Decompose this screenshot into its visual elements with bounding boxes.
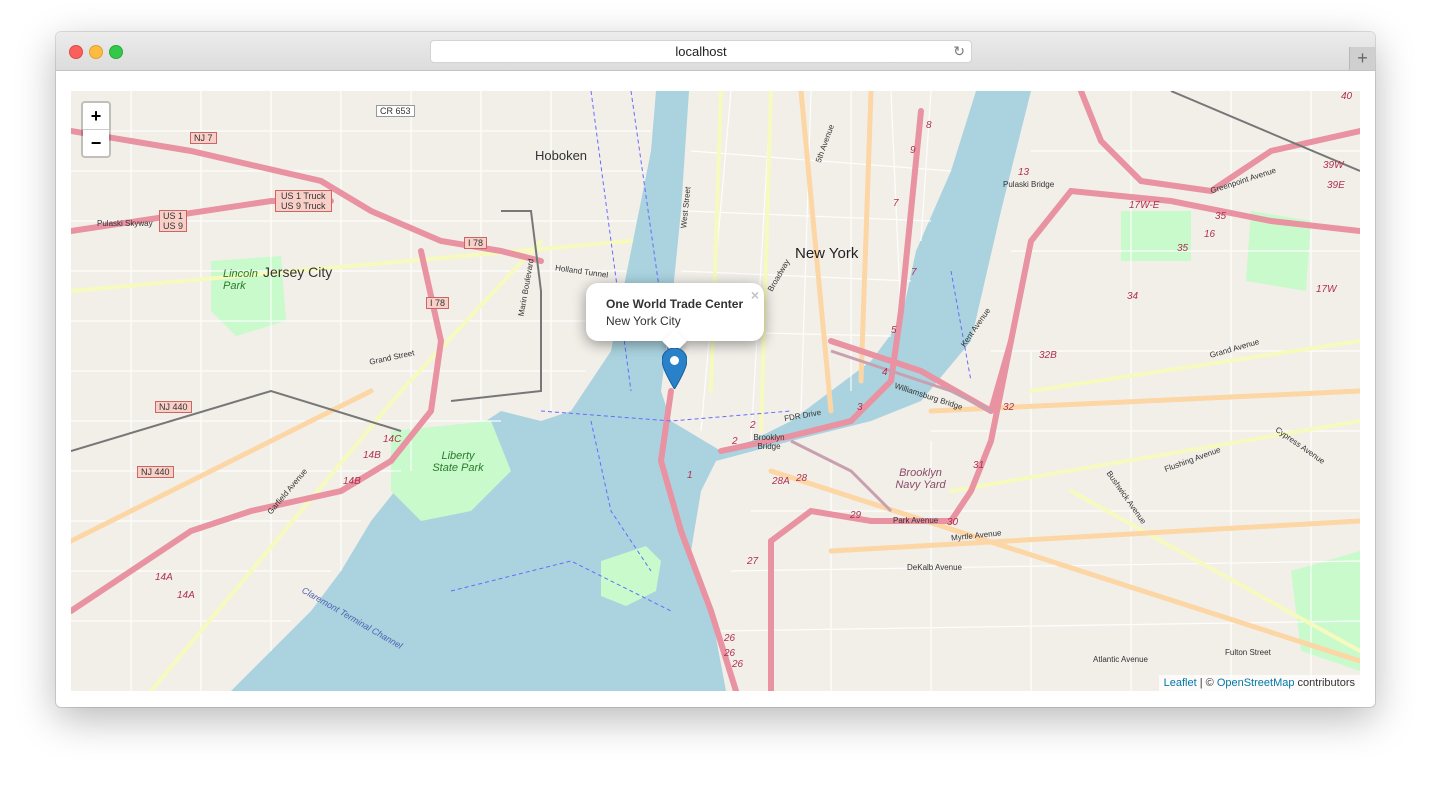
exit-number: 17W-E: [1129, 200, 1160, 211]
exit-number: 30: [947, 517, 959, 528]
shield-nj440-b: NJ 440: [137, 466, 174, 478]
marker-dot: [670, 356, 679, 365]
label-jersey-city: Jersey City: [263, 264, 333, 280]
browser-window: localhost ↻ + Hoboken New York Jersey Ci…: [56, 32, 1375, 707]
map-view[interactable]: Hoboken New York Jersey City Lincoln Par…: [71, 91, 1360, 691]
exit-number: 14B: [363, 450, 381, 461]
minimize-window-button[interactable]: [89, 45, 103, 59]
exit-number: 26: [724, 633, 736, 644]
shield-us9-truck: US 9 Truck: [281, 201, 326, 211]
exit-number: 17W: [1316, 284, 1337, 295]
label-brooklyn-bridge: Brooklyn Bridge: [753, 433, 785, 451]
url-text: localhost: [675, 44, 727, 59]
exit-number: 34: [1127, 291, 1139, 302]
zoom-out-button[interactable]: −: [83, 130, 109, 156]
label-atlantic-avenue: Atlantic Avenue: [1093, 655, 1149, 664]
popup-close-button[interactable]: ×: [751, 287, 759, 303]
title-bar: localhost ↻ +: [56, 32, 1375, 71]
exit-number: 39E: [1327, 180, 1345, 191]
exit-number: 1: [687, 470, 693, 481]
exit-number: 35: [1177, 243, 1189, 254]
label-new-york: New York: [795, 245, 859, 262]
popup-title: One World Trade Center: [606, 297, 744, 311]
exit-number: 39W: [1323, 160, 1344, 171]
label-fulton-street: Fulton Street: [1225, 648, 1271, 657]
shield-us1-truck: US 1 Truck: [281, 191, 326, 201]
label-park-avenue: Park Avenue: [893, 516, 939, 525]
label-lincoln-park: Lincoln Park: [223, 268, 258, 292]
map-marker-icon[interactable]: [662, 348, 687, 389]
shield-nj440-a: NJ 440: [155, 401, 192, 413]
plus-icon[interactable]: +: [1349, 47, 1375, 70]
exit-number: 32B: [1039, 350, 1057, 361]
zoom-in-button[interactable]: +: [83, 103, 109, 130]
exit-number: 7: [911, 267, 917, 278]
openstreetmap-link[interactable]: OpenStreetMap: [1217, 677, 1295, 689]
exit-number: 9: [910, 145, 916, 156]
label-pulaski-skyway: Pulaski Skyway: [97, 219, 153, 228]
exit-number: 32: [1003, 402, 1015, 413]
shield-us1-us9-truck: US 1 Truck US 9 Truck: [275, 190, 332, 212]
shield-cr653: CR 653: [376, 105, 415, 117]
exit-number: 2: [750, 420, 756, 431]
exit-number: 16: [1204, 229, 1216, 240]
exit-number: 14C: [383, 434, 402, 445]
label-hoboken: Hoboken: [535, 148, 588, 163]
map-tiles: [71, 91, 1360, 691]
address-bar[interactable]: localhost ↻: [430, 40, 972, 63]
shield-us1-us9: US 1 US 9: [159, 210, 188, 232]
leaflet-link[interactable]: Leaflet: [1164, 677, 1197, 689]
exit-number: 3: [857, 402, 863, 413]
label-liberty-state-park: Liberty State Park: [432, 450, 484, 474]
exit-number: 14A: [155, 572, 173, 583]
shield-us9: US 9: [163, 221, 184, 231]
close-window-button[interactable]: [69, 45, 83, 59]
exit-number: 28: [796, 473, 808, 484]
zoom-control: + −: [81, 101, 111, 158]
shield-us1: US 1: [163, 211, 184, 221]
maximize-window-button[interactable]: [109, 45, 123, 59]
exit-number: 40: [1341, 91, 1353, 102]
attribution-separator: | ©: [1196, 677, 1217, 689]
land-governors-island: [601, 546, 661, 606]
reload-icon[interactable]: ↻: [953, 41, 965, 62]
shield-i78-b: I 78: [426, 297, 450, 309]
label-pulaski-bridge: Pulaski Bridge: [1003, 180, 1055, 189]
label-dekalb-avenue: DeKalb Avenue: [907, 563, 963, 572]
marker-body: [662, 348, 687, 389]
label-brooklyn-navy-yard: Brooklyn Navy Yard: [895, 467, 946, 491]
exit-number: 27: [747, 556, 759, 567]
exit-number: 8: [926, 120, 932, 131]
exit-number: 35: [1215, 211, 1227, 222]
exit-number: 13: [1018, 167, 1030, 178]
popup-content: One World Trade Center New York City: [606, 296, 743, 330]
exit-number: 4: [882, 367, 888, 378]
exit-number: 7: [893, 198, 899, 209]
exit-number: 28A: [772, 476, 790, 487]
attribution-contributors: contributors: [1294, 677, 1355, 689]
exit-number: 31: [973, 460, 985, 471]
exit-number: 14B: [343, 476, 361, 487]
exit-number: 26: [724, 648, 736, 659]
marker-popup: × One World Trade Center New York City: [586, 283, 764, 354]
popup-subtitle: New York City: [606, 314, 681, 328]
exit-number: 26: [732, 659, 744, 670]
exit-number: 29: [850, 510, 862, 521]
map-attribution: Leaflet | © OpenStreetMap contributors: [1158, 675, 1360, 691]
exit-number: 2: [732, 436, 738, 447]
shield-i78-a: I 78: [464, 237, 488, 249]
exit-number: 14A: [177, 590, 195, 601]
shield-nj7: NJ 7: [190, 132, 217, 144]
exit-number: 5: [891, 325, 897, 336]
land-new-jersey: [71, 91, 656, 691]
